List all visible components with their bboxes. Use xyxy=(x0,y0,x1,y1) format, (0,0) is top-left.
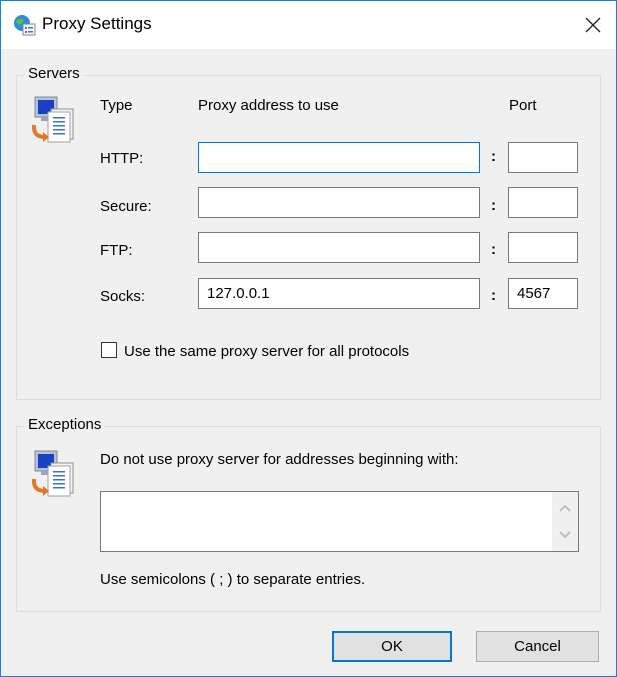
ftp-address-input[interactable] xyxy=(198,232,480,263)
proxy-settings-dialog: Proxy Settings Servers Type Proxy addres… xyxy=(0,0,617,677)
close-icon xyxy=(585,17,601,33)
port-header: Port xyxy=(509,97,537,114)
exceptions-textarea[interactable] xyxy=(100,491,579,552)
socks-port-input[interactable] xyxy=(508,278,578,309)
proxy-server-icon xyxy=(31,450,74,497)
socks-port-separator: : xyxy=(491,287,496,304)
ftp-label: FTP: xyxy=(100,242,133,259)
proxy-server-icon xyxy=(31,96,74,143)
secure-port-input[interactable] xyxy=(508,187,578,218)
cancel-button[interactable]: Cancel xyxy=(476,631,599,662)
secure-address-input[interactable] xyxy=(198,187,480,218)
http-port-separator: : xyxy=(491,148,496,165)
title-bar: Proxy Settings xyxy=(1,1,616,49)
socks-label: Socks: xyxy=(100,288,146,305)
globe-settings-icon xyxy=(14,15,36,36)
scroll-up-icon[interactable] xyxy=(558,503,572,513)
http-port-input[interactable] xyxy=(508,142,578,173)
type-header: Type xyxy=(100,97,133,114)
same-proxy-checkbox[interactable] xyxy=(101,342,117,358)
secure-port-separator: : xyxy=(491,197,496,214)
ok-button[interactable]: OK xyxy=(332,631,452,662)
exceptions-group-label: Exceptions xyxy=(25,416,105,433)
same-proxy-checkbox-label[interactable]: Use the same proxy server for all protoc… xyxy=(124,343,409,360)
window-title: Proxy Settings xyxy=(42,14,152,33)
http-address-input[interactable] xyxy=(198,142,480,173)
ftp-port-input[interactable] xyxy=(508,232,578,263)
exceptions-hint: Use semicolons ( ; ) to separate entries… xyxy=(100,571,366,588)
scroll-down-icon[interactable] xyxy=(558,530,572,540)
address-header: Proxy address to use xyxy=(198,97,339,114)
ftp-port-separator: : xyxy=(491,241,496,258)
exceptions-instruction: Do not use proxy server for addresses be… xyxy=(100,451,459,468)
http-label: HTTP: xyxy=(100,150,144,167)
close-button[interactable] xyxy=(570,1,616,49)
exceptions-scrollbar[interactable] xyxy=(552,492,578,551)
secure-label: Secure: xyxy=(100,198,152,215)
servers-group-label: Servers xyxy=(25,65,83,82)
socks-address-input[interactable] xyxy=(198,278,480,309)
